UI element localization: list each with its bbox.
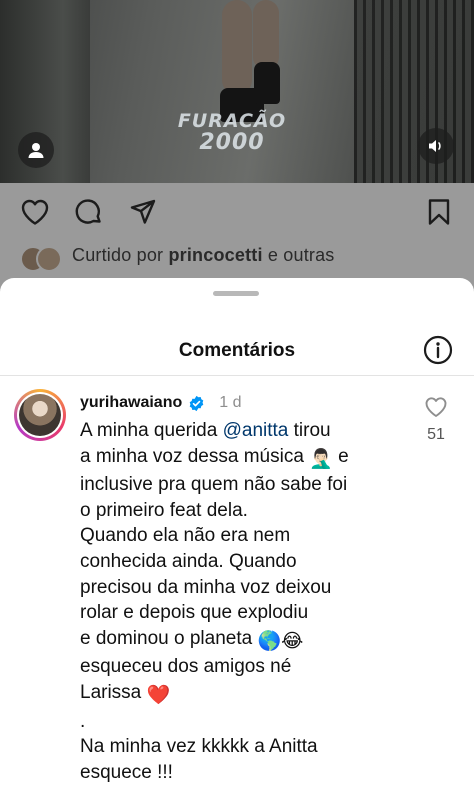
video-leg bbox=[222, 0, 252, 95]
heart-icon bbox=[21, 199, 49, 225]
avatar[interactable] bbox=[14, 389, 66, 441]
share-icon bbox=[130, 199, 156, 224]
comment-like-count: 51 bbox=[427, 426, 445, 443]
comment-like-button[interactable] bbox=[424, 396, 448, 418]
post-actions bbox=[0, 195, 474, 235]
comment-line: e dominou o planeta 🌎😂 bbox=[80, 626, 410, 655]
comment-line: inclusive pra quem não sabe foi bbox=[80, 474, 348, 496]
comment-line: rolar e depois que explodiu bbox=[80, 602, 309, 624]
comments-sheet: Comentários yurihawaiano 1 d A minha que… bbox=[0, 278, 474, 800]
facepalm-emoji: 🤦🏻‍♂️ bbox=[309, 448, 333, 470]
like-heart-icon bbox=[425, 397, 447, 417]
globe-emoji: 🌎 bbox=[257, 630, 282, 652]
info-icon bbox=[423, 335, 453, 365]
comment-item: yurihawaiano 1 d A minha querida @anitta… bbox=[0, 376, 474, 800]
watermark-line1: FURACÃO bbox=[177, 110, 287, 132]
liked-by-avatars bbox=[20, 242, 64, 272]
heart-emoji: ❤️ bbox=[146, 684, 171, 706]
comment-line: . bbox=[80, 710, 86, 732]
tagged-users-button[interactable] bbox=[18, 132, 54, 168]
liked-by-row[interactable]: Curtido por princocetti e outras bbox=[20, 240, 335, 272]
comment-line: precisou da minha voz deixou bbox=[80, 576, 332, 598]
comment-time: 1 d bbox=[219, 394, 242, 411]
sheet-drag-handle[interactable] bbox=[213, 291, 259, 296]
bookmark-icon bbox=[428, 199, 450, 225]
comment-header: yurihawaiano 1 d bbox=[80, 392, 242, 414]
video-watermark: FURACÃO 2000 bbox=[168, 110, 296, 166]
sheet-title: Comentários bbox=[178, 340, 296, 361]
verified-icon bbox=[189, 395, 204, 411]
save-button[interactable] bbox=[422, 195, 456, 229]
speaker-icon bbox=[429, 140, 441, 152]
info-button[interactable] bbox=[422, 334, 454, 366]
post-video[interactable]: FURACÃO 2000 bbox=[0, 0, 474, 183]
mute-button[interactable] bbox=[418, 128, 454, 164]
watermark-line2: 2000 bbox=[199, 130, 265, 155]
like-button[interactable] bbox=[18, 195, 52, 229]
comment-text: A minha querida @anitta tirou a minha vo… bbox=[80, 418, 410, 785]
comment-username[interactable]: yurihawaiano bbox=[80, 394, 182, 412]
liked-by-user[interactable]: princocetti bbox=[168, 245, 262, 265]
comment-line: Quando ela não era nem bbox=[80, 525, 291, 547]
mention-link[interactable]: @anitta bbox=[223, 420, 289, 441]
comment-line: A minha querida @anitta tirou bbox=[80, 420, 331, 441]
joy-emoji: 😂 bbox=[281, 630, 304, 652]
comment-line: Larissa ❤️ bbox=[80, 680, 410, 709]
comment-line: a minha voz dessa música 🤦🏻‍♂️ e bbox=[80, 444, 410, 473]
post-area: FURACÃO 2000 Curtido por princocetti e o… bbox=[0, 0, 474, 290]
comment-line: esquece !!! bbox=[80, 761, 173, 783]
user-icon bbox=[28, 143, 44, 158]
share-button[interactable] bbox=[126, 195, 160, 229]
comment-icon bbox=[75, 199, 101, 224]
video-boot bbox=[254, 62, 280, 104]
liked-by-text: Curtido por princocetti e outras bbox=[72, 244, 335, 265]
comment-line: o primeiro feat dela. bbox=[80, 499, 248, 521]
comment-line: esqueceu dos amigos né bbox=[80, 656, 292, 678]
video-fence bbox=[354, 0, 474, 183]
video-leg bbox=[253, 0, 279, 70]
comment-line: conhecida ainda. Quando bbox=[80, 550, 297, 572]
comment-button[interactable] bbox=[72, 195, 106, 229]
comment-line: Na minha vez kkkkk a Anitta bbox=[80, 736, 318, 758]
